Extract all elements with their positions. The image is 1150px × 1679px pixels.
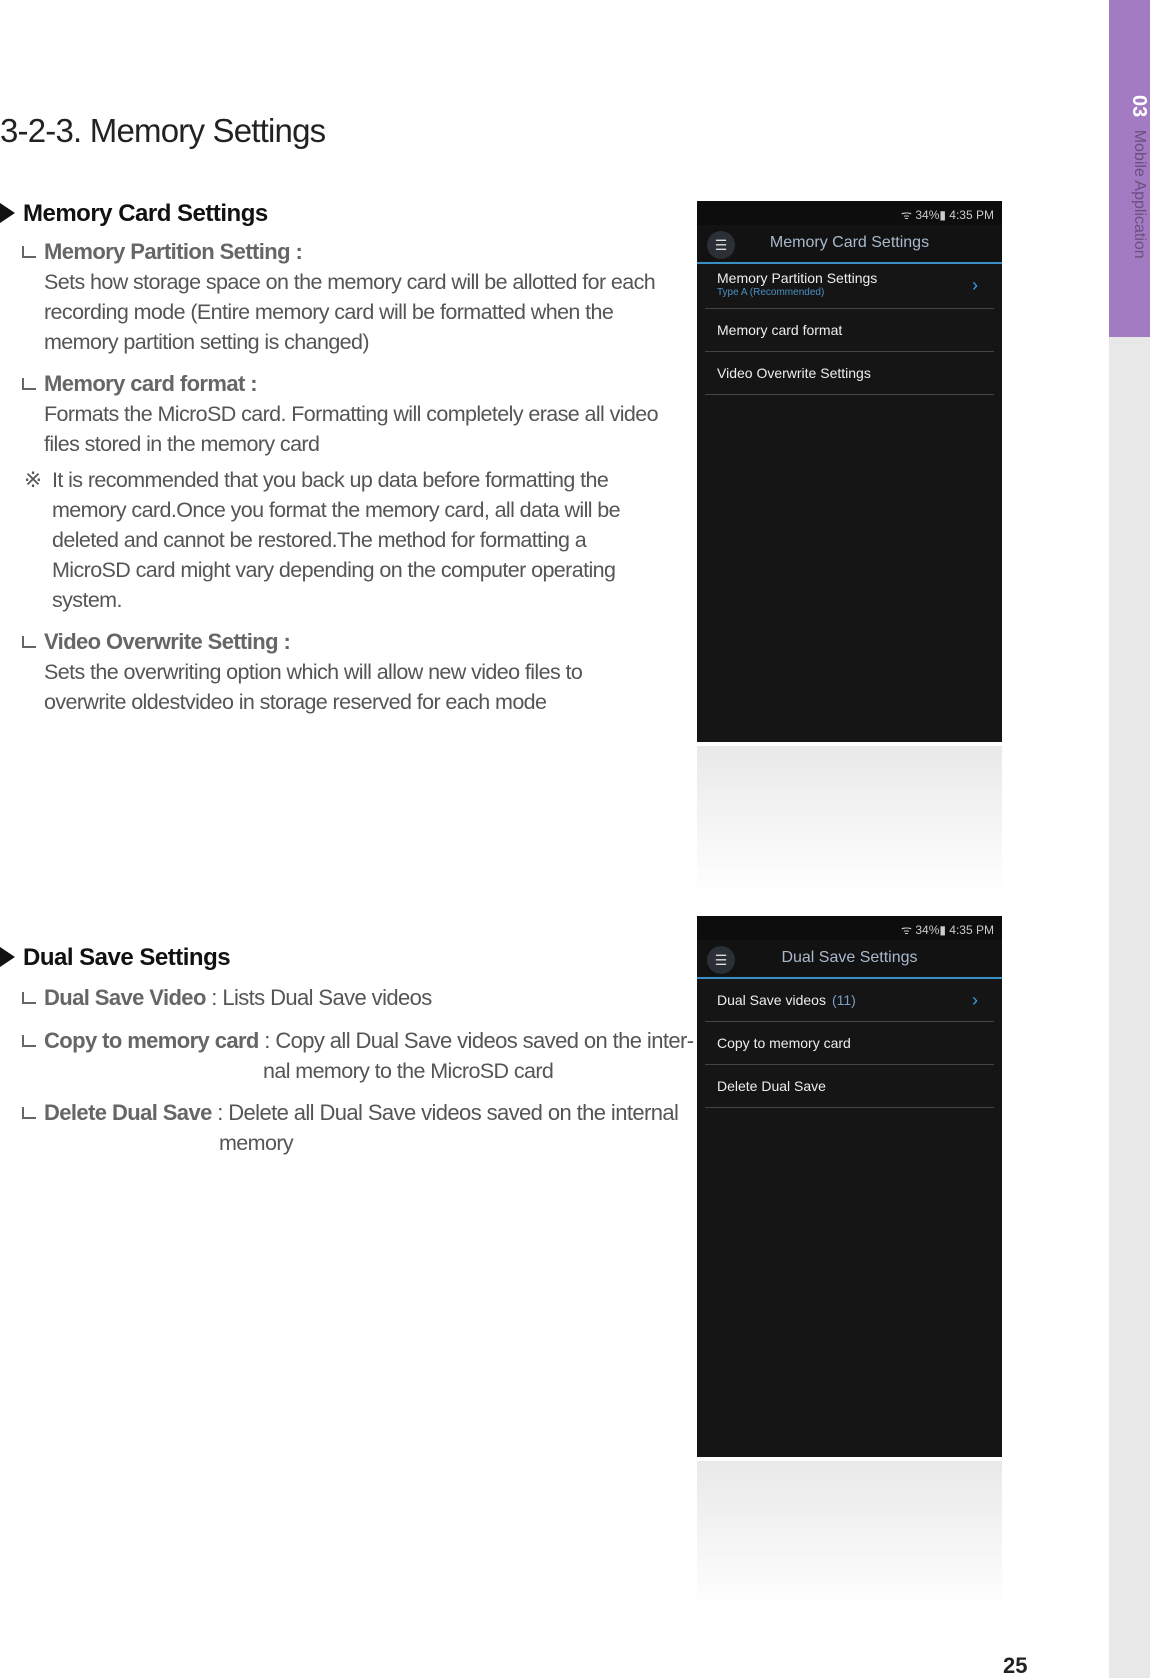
item-memory-partition: Memory Partition Setting : (22, 237, 303, 267)
corner-bullet-icon (22, 636, 36, 648)
corner-bullet-icon (22, 1035, 36, 1047)
row-copy[interactable]: Copy to memory card (705, 1022, 994, 1065)
item-label: Copy to memory card (44, 1028, 259, 1053)
corner-bullet-icon (22, 1107, 36, 1119)
wifi-icon: ᯤ (901, 923, 916, 937)
note: ※ It is recommended that you back up dat… (24, 465, 621, 615)
row-label: Video Overwrite Settings (717, 365, 871, 381)
item-copy-to-card: Copy to memory card : Copy all Dual Save… (22, 1026, 694, 1056)
corner-bullet-icon (22, 378, 36, 390)
screen-title: Memory Card Settings (769, 234, 930, 251)
reflection (697, 1461, 1002, 1611)
line: files stored in the memory card (44, 432, 320, 456)
item-desc: : Delete all Dual Save videos saved on t… (211, 1100, 679, 1125)
item-memory-format: Memory card format : (22, 369, 258, 399)
page-number: 25 (1003, 1653, 1028, 1678)
row-delete[interactable]: Delete Dual Save (705, 1065, 994, 1108)
item-label: Memory Partition Setting : (44, 239, 303, 264)
section-heading-memory: Memory Card Settings (0, 200, 268, 228)
row-format[interactable]: Memory card format (705, 309, 994, 352)
section-heading-dual: Dual Save Settings (0, 944, 231, 972)
row-overwrite[interactable]: Video Overwrite Settings (705, 352, 994, 395)
status-text: 34%▮ 4:35 PM (915, 208, 994, 222)
status-text: 34%▮ 4:35 PM (915, 923, 994, 937)
chapter-name: Mobile Application (1131, 129, 1148, 259)
chevron-right-icon: › (972, 990, 978, 1010)
row-partition[interactable]: Memory Partition Settings Type A (Recomme… (705, 264, 994, 309)
app-header: ☰ Memory Card Settings (697, 225, 1002, 264)
corner-bullet-icon (22, 992, 36, 1004)
status-bar: ᯤ 34%▮ 4:35 PM (697, 201, 1002, 225)
side-margin-strip (1109, 337, 1150, 1678)
item-desc: : Lists Dual Save videos (205, 985, 432, 1010)
chapter-number: 03 (1128, 95, 1150, 118)
line: recording mode (Entire memory card will … (44, 300, 614, 324)
triangle-bullet-icon (0, 947, 15, 967)
triangle-bullet-icon (0, 203, 15, 223)
row-label: Delete Dual Save (717, 1078, 826, 1094)
row-label: Memory card format (717, 322, 843, 338)
item-dual-save-video: Dual Save Video : Lists Dual Save videos (22, 983, 432, 1013)
heading-text: Dual Save Settings (23, 944, 231, 971)
item-label: Dual Save Video (44, 985, 206, 1010)
item-label: Memory card format : (44, 371, 258, 396)
item-label: Video Overwrite Setting : (44, 629, 291, 654)
line: Sets how storage space on the memory car… (44, 270, 656, 294)
row-label: Memory Partition Settings (717, 270, 878, 286)
item-desc: Sets how storage space on the memory car… (44, 267, 656, 357)
line: Sets the overwriting option which will a… (44, 660, 583, 684)
line: MicroSD card might vary depending on the… (52, 558, 616, 582)
line: It is recommended that you back up data … (52, 468, 609, 492)
line: memory card.Once you format the memory c… (52, 498, 621, 522)
line: overwrite oldestvideo in storage reserve… (44, 690, 547, 714)
line: memory partition setting is changed) (44, 330, 370, 354)
item-desc: : Copy all Dual Save videos saved on the… (258, 1028, 694, 1053)
screen-title: Dual Save Settings (781, 949, 918, 966)
chevron-right-icon: › (972, 275, 978, 295)
app-header: ☰ Dual Save Settings (697, 940, 1002, 979)
item-video-overwrite: Video Overwrite Setting : (22, 627, 291, 657)
wifi-icon: ᯤ (901, 208, 916, 222)
page-title: 3-2-3. Memory Settings (0, 112, 326, 149)
item-desc: Sets the overwriting option which will a… (44, 657, 583, 717)
row-count: (11) (831, 992, 856, 1008)
reflection (697, 746, 1002, 896)
status-bar: ᯤ 34%▮ 4:35 PM (697, 916, 1002, 940)
item-desc-cont: memory (219, 1131, 294, 1155)
row-label: Copy to memory card (717, 1035, 851, 1051)
phone-screenshot-dual: ᯤ 34%▮ 4:35 PM ☰ Dual Save Settings Dual … (697, 916, 1002, 1457)
line: system. (52, 588, 122, 612)
chapter-tab-label: 03 Mobile Application (1109, 95, 1150, 335)
row-sub: Type A (Recommended) (717, 287, 825, 298)
row-label: Dual Save videos (717, 992, 826, 1008)
item-desc-cont: nal memory to the MicroSD card (263, 1059, 554, 1083)
item-label: Delete Dual Save (44, 1100, 212, 1125)
row-dual-videos[interactable]: Dual Save videos (11) › (705, 979, 994, 1022)
note-symbol: ※ (24, 468, 42, 492)
item-desc: Formats the MicroSD card. Formatting wil… (44, 399, 659, 459)
line: deleted and cannot be restored.The metho… (52, 528, 587, 552)
heading-text: Memory Card Settings (23, 200, 268, 227)
corner-bullet-icon (22, 246, 36, 258)
line: Formats the MicroSD card. Formatting wil… (44, 402, 659, 426)
phone-screenshot-memory: ᯤ 34%▮ 4:35 PM ☰ Memory Card Settings Mem… (697, 201, 1002, 742)
item-delete-dual: Delete Dual Save : Delete all Dual Save … (22, 1098, 679, 1128)
